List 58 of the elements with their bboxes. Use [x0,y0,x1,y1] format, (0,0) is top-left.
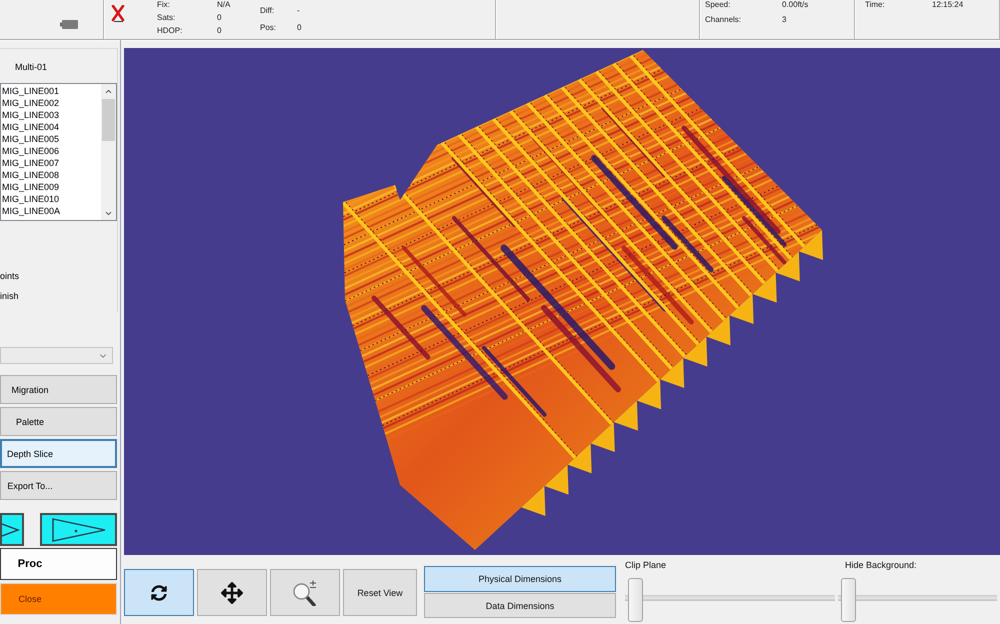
zoom-icon [292,580,318,606]
slider-label: Clip Plane [625,560,668,570]
dimension-button[interactable]: Physical Dimensions [424,566,616,592]
slider-thumb[interactable] [628,578,643,622]
option-label: inish [0,290,20,302]
side-button[interactable]: Migration [0,375,117,404]
arrow-button[interactable] [0,513,24,546]
close-button[interactable]: Close [0,583,117,615]
status-label: HDOP: [157,26,184,35]
list-item[interactable]: MIG_LINE002 [1,97,101,109]
viewport[interactable] [124,48,1000,555]
side-button[interactable]: Palette [0,407,117,436]
view-tool-button[interactable] [124,569,194,616]
x-mark-icon [111,5,125,22]
scrollbar[interactable] [101,84,116,220]
side-button[interactable]: Export To... [0,471,117,500]
option-label: oints [0,270,20,282]
list-item[interactable]: MIG_LINE004 [1,121,101,133]
list-item[interactable]: MIG_LINE001 [1,85,101,97]
proc-button[interactable]: Proc [0,548,117,580]
status-label: Fix: [157,0,171,9]
list-item[interactable]: MIG_LINE008 [1,169,101,181]
scrollbar-thumb[interactable] [102,99,115,141]
status-label: Pos: [260,23,278,32]
status-value: 12:15:24 [932,0,964,9]
view-tool-button[interactable] [197,569,267,616]
status-value: 0 [217,26,222,35]
status-label: Time: [865,0,886,9]
triangle-icon [52,518,106,542]
chevron-right-icon [2,522,20,536]
dimension-button[interactable]: Data Dimensions [424,593,616,618]
status-value: 3 [782,15,788,24]
status-value: 0 [297,23,302,32]
status-label: Sats: [157,13,176,22]
list-item[interactable]: MIG_LINE009 [1,181,101,193]
group-title: Multi-01 [14,61,48,74]
rotate-icon [151,584,167,600]
status-value: 0.00ft/s [782,0,808,9]
list-item[interactable]: MIG_LINE003 [1,109,101,121]
list-item[interactable]: MIG_LINE006 [1,145,101,157]
slider-label: Hide Background: [844,560,918,570]
play-button[interactable] [40,513,117,546]
list-item[interactable]: MIG_LINE007 [1,157,101,169]
side-button[interactable]: Depth Slice [0,439,117,468]
status-value: - [297,6,301,15]
status-label: Diff: [260,6,276,15]
list-item[interactable]: MIG_LINE010 [1,193,101,205]
reset-view-button[interactable]: Reset View [343,569,417,616]
status-value: N/A [217,0,232,9]
status-value: 0 [217,13,222,22]
slider-thumb[interactable] [841,578,856,622]
status-label: Speed: [705,0,732,9]
battery-icon [60,20,78,29]
list-item[interactable]: MIG_LINE00A [1,205,101,217]
status-label: Channels: [705,15,742,24]
move-icon [221,582,243,604]
line-list[interactable]: MIG_LINE001 MIG_LINE002 MIG_LINE003 MIG_LINE004 MIG_LINE005 MIG_LINE006 MIG_LINE007 MIG_LINE008 MIG_LINE009 MIG_LINE010 MIG_LINE00A [0,83,117,221]
list-item[interactable]: MIG_LINE005 [1,133,101,145]
